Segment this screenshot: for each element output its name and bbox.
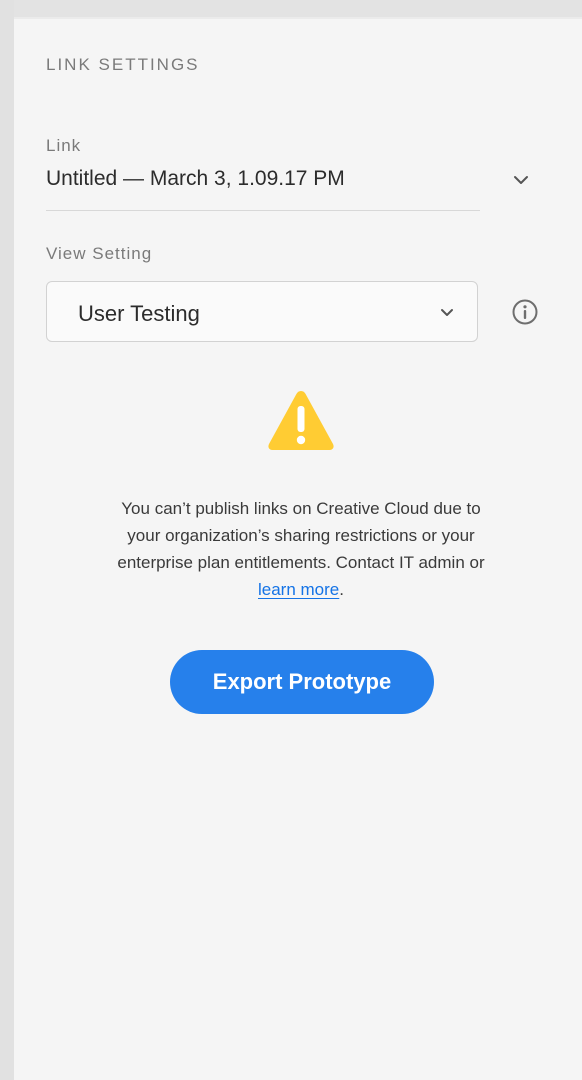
panel-title: LINK SETTINGS	[46, 55, 200, 74]
warning-line-2: your organization’s sharing restrictions…	[127, 526, 475, 545]
link-value: Untitled — March 3, 1.09.17 PM	[46, 167, 345, 190]
warning-line-3: enterprise plan entitlements. Contact IT…	[117, 553, 485, 572]
trailing-period: .	[339, 580, 344, 599]
view-setting-value: User Testing	[78, 301, 200, 326]
view-setting-dropdown[interactable]: User Testing	[46, 281, 478, 342]
link-settings-panel: LINK SETTINGS Link Untitled — March 3, 1…	[0, 0, 582, 1080]
left-divider	[0, 0, 14, 1080]
top-bar	[14, 0, 582, 17]
link-dropdown[interactable]: Untitled — March 3, 1.09.17 PM	[46, 164, 534, 198]
chevron-down-icon	[514, 176, 528, 184]
warning-icon	[268, 391, 334, 450]
link-label: Link	[46, 136, 82, 155]
top-bar-divider	[14, 17, 582, 19]
chevron-down-icon	[441, 309, 453, 316]
warning-line-4: learn more.	[60, 576, 542, 603]
export-prototype-button[interactable]: Export Prototype	[170, 650, 434, 714]
link-underline	[46, 210, 480, 211]
view-setting-label: View Setting	[46, 244, 153, 263]
warning-line-1: You can’t publish links on Creative Clou…	[121, 499, 481, 518]
learn-more-link[interactable]: learn more	[258, 580, 339, 599]
warning-message: You can’t publish links on Creative Clou…	[60, 495, 542, 603]
info-icon[interactable]	[511, 298, 539, 326]
